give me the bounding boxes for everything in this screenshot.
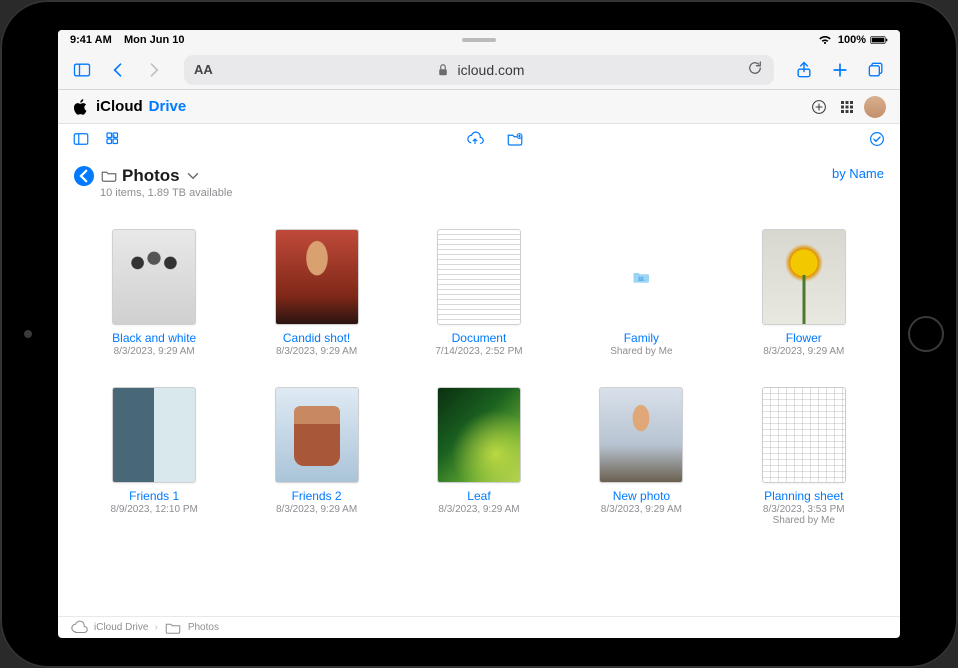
file-item[interactable]: Friends 18/9/2023, 12:10 PM bbox=[84, 387, 224, 526]
file-item[interactable]: Planning sheet8/3/2023, 3:53 PMShared by… bbox=[734, 387, 874, 526]
file-thumb bbox=[762, 229, 846, 325]
file-thumb bbox=[599, 387, 683, 483]
new-tab-icon[interactable] bbox=[826, 56, 854, 84]
file-meta: 8/3/2023, 9:29 AM bbox=[601, 504, 682, 515]
file-thumb bbox=[112, 387, 196, 483]
tabs-icon[interactable] bbox=[862, 56, 890, 84]
file-name: Leaf bbox=[467, 489, 490, 503]
file-item[interactable]: Friends 28/3/2023, 9:29 AM bbox=[247, 387, 387, 526]
file-name: Friends 2 bbox=[292, 489, 342, 503]
drive-toolbar bbox=[58, 124, 900, 158]
status-date: Mon Jun 10 bbox=[124, 34, 185, 46]
folder-thumb bbox=[593, 229, 689, 325]
brand-icloud: iCloud bbox=[96, 98, 143, 115]
file-name: New photo bbox=[613, 489, 670, 503]
view-options-icon[interactable] bbox=[104, 130, 122, 153]
file-meta: 8/3/2023, 9:29 AM bbox=[438, 504, 519, 515]
file-grid: Black and white8/3/2023, 9:29 AMCandid s… bbox=[58, 201, 900, 616]
file-item[interactable]: Black and white8/3/2023, 9:29 AM bbox=[84, 229, 224, 357]
panel-toggle-icon[interactable] bbox=[72, 130, 90, 153]
file-name: Candid shot! bbox=[283, 331, 350, 345]
status-time: 9:41 AM bbox=[70, 34, 112, 46]
share-icon[interactable] bbox=[790, 56, 818, 84]
app-grid-icon[interactable] bbox=[836, 96, 858, 118]
battery-icon bbox=[870, 31, 888, 49]
avatar[interactable] bbox=[864, 96, 886, 118]
file-meta: 8/3/2023, 3:53 PM bbox=[763, 504, 845, 515]
folder-stats: 10 items, 1.89 TB available bbox=[100, 187, 832, 199]
add-icon[interactable] bbox=[808, 96, 830, 118]
file-name: Document bbox=[452, 331, 507, 345]
apple-icon bbox=[72, 98, 90, 116]
folder-header: Photos 10 items, 1.89 TB available by Na… bbox=[58, 158, 900, 201]
file-thumb bbox=[275, 387, 359, 483]
file-meta: 8/3/2023, 9:29 AM bbox=[114, 346, 195, 357]
file-item[interactable]: Candid shot!8/3/2023, 9:29 AM bbox=[247, 229, 387, 357]
file-meta: 7/14/2023, 2:52 PM bbox=[435, 346, 522, 357]
file-name: Family bbox=[624, 331, 659, 345]
icloud-header: iCloud Drive bbox=[58, 90, 900, 124]
text-size-icon[interactable]: AA bbox=[194, 62, 213, 77]
file-thumb bbox=[275, 229, 359, 325]
file-thumb bbox=[762, 387, 846, 483]
drag-handle-icon bbox=[462, 38, 496, 42]
file-name: Friends 1 bbox=[129, 489, 179, 503]
folder-small-icon bbox=[164, 619, 182, 637]
file-meta: Shared by Me bbox=[610, 346, 672, 357]
file-meta-extra: Shared by Me bbox=[773, 515, 835, 526]
file-thumb bbox=[112, 229, 196, 325]
status-bar: 9:41 AM Mon Jun 10 100% bbox=[58, 30, 900, 50]
file-name: Black and white bbox=[112, 331, 196, 345]
file-thumb bbox=[437, 387, 521, 483]
home-button[interactable] bbox=[908, 316, 944, 352]
folder-back-button[interactable] bbox=[74, 166, 94, 186]
file-thumb bbox=[437, 229, 521, 325]
crumb-leaf[interactable]: Photos bbox=[188, 622, 219, 633]
folder-icon bbox=[100, 167, 118, 185]
file-item[interactable]: FamilyShared by Me bbox=[571, 229, 711, 357]
file-meta: 8/3/2023, 9:29 AM bbox=[276, 504, 357, 515]
file-name: Flower bbox=[786, 331, 822, 345]
file-name: Planning sheet bbox=[764, 489, 843, 503]
file-item[interactable]: Leaf8/3/2023, 9:29 AM bbox=[409, 387, 549, 526]
sort-dropdown[interactable]: by Name bbox=[832, 166, 884, 181]
breadcrumb: iCloud Drive › Photos bbox=[58, 616, 900, 638]
battery-percent: 100% bbox=[838, 34, 866, 46]
upload-icon[interactable] bbox=[466, 130, 484, 153]
file-item[interactable]: Flower8/3/2023, 9:29 AM bbox=[734, 229, 874, 357]
refresh-icon[interactable] bbox=[746, 59, 764, 80]
brand-drive: Drive bbox=[149, 98, 187, 115]
file-meta: 8/9/2023, 12:10 PM bbox=[111, 504, 198, 515]
url-text: icloud.com bbox=[458, 62, 525, 78]
new-folder-icon[interactable] bbox=[506, 130, 524, 153]
folder-title: Photos bbox=[122, 166, 180, 186]
file-meta: 8/3/2023, 9:29 AM bbox=[763, 346, 844, 357]
back-button[interactable] bbox=[104, 56, 132, 84]
chevron-down-icon[interactable] bbox=[184, 167, 202, 185]
cloud-icon bbox=[70, 619, 88, 637]
crumb-root[interactable]: iCloud Drive bbox=[94, 622, 148, 633]
wifi-icon bbox=[816, 31, 834, 49]
forward-button bbox=[140, 56, 168, 84]
address-bar[interactable]: AA icloud.com bbox=[184, 55, 774, 85]
lock-icon bbox=[434, 61, 452, 79]
file-item[interactable]: Document7/14/2023, 2:52 PM bbox=[409, 229, 549, 357]
sidebar-toggle-icon[interactable] bbox=[68, 56, 96, 84]
safari-toolbar: AA icloud.com bbox=[58, 50, 900, 90]
file-meta: 8/3/2023, 9:29 AM bbox=[276, 346, 357, 357]
file-item[interactable]: New photo8/3/2023, 9:29 AM bbox=[571, 387, 711, 526]
select-icon[interactable] bbox=[868, 130, 886, 153]
